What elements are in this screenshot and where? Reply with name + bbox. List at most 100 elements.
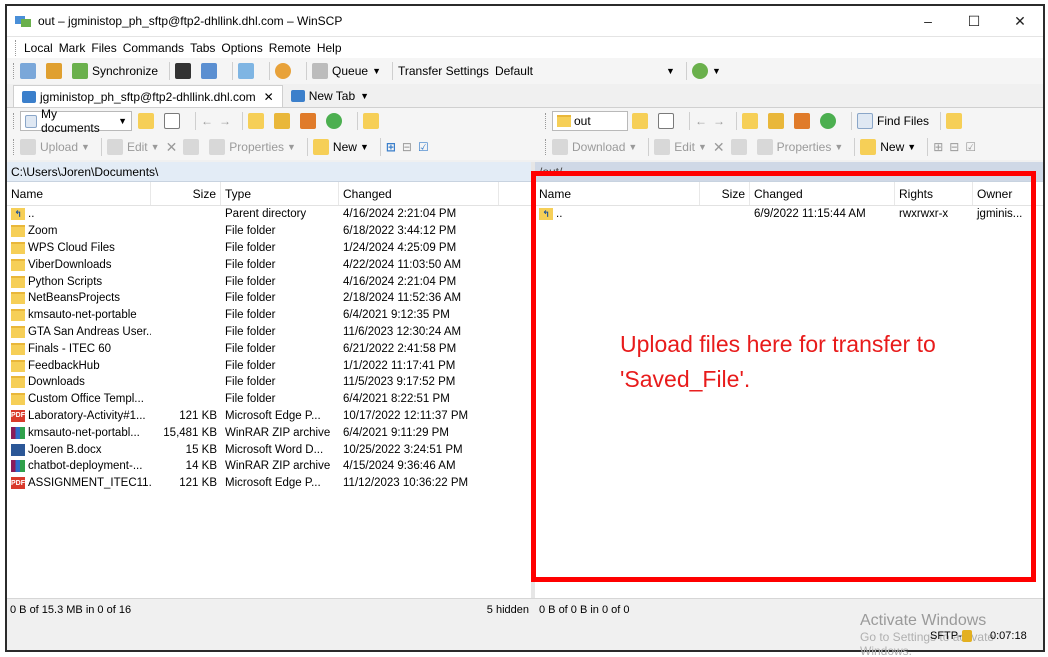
close-button[interactable]: ✕: [997, 6, 1043, 36]
right-location-select[interactable]: out: [552, 111, 628, 131]
menu-tabs[interactable]: Tabs: [190, 41, 215, 55]
menu-help[interactable]: Help: [317, 41, 342, 55]
right-delete-button[interactable]: ✕: [713, 139, 725, 156]
table-row[interactable]: NetBeansProjects File folder 2/18/2024 11:…: [7, 290, 531, 307]
table-row[interactable]: kmsauto-net-portabl... 15,481 KB WinRAR ZI…: [7, 424, 531, 441]
menu-commands[interactable]: Commands: [123, 41, 184, 55]
sync-browse-button[interactable]: [46, 63, 66, 79]
download-button[interactable]: Download ▼: [552, 139, 637, 155]
upload-button[interactable]: Upload ▼: [20, 139, 90, 155]
left-location-value: My documents: [41, 107, 100, 135]
table-row[interactable]: Custom Office Templ... File folder 6/4/202…: [7, 391, 531, 408]
left-select-all-button[interactable]: ⊞: [386, 140, 396, 154]
synchronize-label: Synchronize: [92, 64, 159, 78]
right-home-button[interactable]: [794, 113, 814, 129]
right-refresh-button[interactable]: [820, 113, 840, 129]
transfer-options-button[interactable]: ▼: [691, 63, 721, 79]
right-edit-button[interactable]: Edit ▼: [654, 139, 707, 155]
menu-files[interactable]: Files: [91, 41, 116, 55]
table-row[interactable]: ViberDownloads File folder 4/22/2024 11:03…: [7, 256, 531, 273]
table-row[interactable]: FeedbackHub File folder 1/1/2022 11:17:41 …: [7, 357, 531, 374]
left-location-select[interactable]: My documents ▼: [20, 107, 132, 135]
find-files-button[interactable]: Find Files: [857, 113, 929, 129]
synchronize-button[interactable]: Synchronize: [72, 63, 158, 79]
right-new-button[interactable]: New ▼: [860, 139, 916, 155]
left-back-button[interactable]: ←: [201, 114, 213, 128]
right-tree-button[interactable]: [946, 113, 966, 129]
left-new-button[interactable]: New ▼: [312, 139, 369, 155]
minimize-button[interactable]: –: [905, 6, 951, 36]
right-forward-button[interactable]: →: [713, 114, 725, 128]
left-unselect-button[interactable]: ⊟: [402, 140, 412, 154]
menu-options[interactable]: Options: [221, 41, 262, 55]
right-select-all-button[interactable]: ⊞: [933, 140, 943, 154]
table-row[interactable]: Zoom File folder 6/18/2022 3:44:12 PM: [7, 223, 531, 240]
table-row[interactable]: Finals - ITEC 60 File folder 6/21/2022 2:4…: [7, 340, 531, 357]
right-properties-button[interactable]: Properties ▼: [756, 139, 843, 155]
compare-button[interactable]: [20, 63, 40, 79]
table-row[interactable]: PDF ASSIGNMENT_ITEC11... 121 KB Microsoft E…: [7, 475, 531, 492]
table-row[interactable]: Downloads File folder 11/5/2023 9:17:52 PM: [7, 374, 531, 391]
transfer-settings-select[interactable]: Default ▼: [495, 64, 675, 78]
table-row[interactable]: Python Scripts File folder 4/16/2024 2:21:…: [7, 273, 531, 290]
menu-remote[interactable]: Remote: [269, 41, 311, 55]
toolbar-separator: [242, 112, 243, 130]
menu-local[interactable]: Local: [24, 41, 53, 55]
left-forward-button[interactable]: →: [219, 114, 231, 128]
right-filter-button[interactable]: [658, 113, 678, 129]
tab-close-icon[interactable]: ✕: [264, 90, 274, 104]
folder-icon: [11, 325, 25, 338]
left-edit-button[interactable]: Edit ▼: [106, 139, 160, 155]
chevron-down-icon: ▼: [372, 66, 381, 76]
left-filter-button[interactable]: [164, 113, 184, 129]
menu-mark[interactable]: Mark: [59, 41, 86, 55]
new-folder-icon: [860, 139, 877, 155]
file-changed: 10/25/2022 3:24:51 PM: [343, 443, 463, 456]
table-row[interactable]: chatbot-deployment-... 14 KB WinRAR ZIP ar…: [7, 458, 531, 475]
local-col-size[interactable]: Size: [151, 182, 221, 205]
left-tree-button[interactable]: [363, 113, 383, 129]
tab-new[interactable]: New Tab ▼: [283, 85, 377, 107]
left-delete-button[interactable]: ✕: [166, 139, 178, 156]
right-root-dir-button[interactable]: [768, 113, 788, 129]
right-unselect-button[interactable]: ⊟: [949, 140, 959, 154]
filter-icon: [164, 113, 180, 129]
properties-icon: [756, 139, 773, 155]
right-rename-button[interactable]: [730, 139, 751, 155]
folder-icon: [11, 275, 25, 288]
file-name: PDF Laboratory-Activity#1...: [7, 409, 151, 422]
left-parent-dir-button[interactable]: [248, 113, 268, 129]
console-button[interactable]: [175, 63, 195, 79]
left-rename-button[interactable]: [183, 139, 203, 155]
preferences-button[interactable]: [275, 63, 295, 79]
right-parent-dir-button[interactable]: [742, 113, 762, 129]
local-col-changed[interactable]: Changed: [339, 182, 499, 205]
menu-bar: Local Mark Files Commands Tabs Options R…: [7, 36, 1043, 58]
left-root-dir-button[interactable]: [274, 113, 294, 129]
local-col-type[interactable]: Type: [221, 182, 339, 205]
right-back-button[interactable]: ←: [695, 114, 707, 128]
file-name: Custom Office Templ...: [7, 393, 151, 406]
queue-button[interactable]: Queue ▼: [312, 63, 381, 79]
file-type: Microsoft Word D...: [225, 443, 324, 456]
table-row[interactable]: PDF Laboratory-Activity#1... 121 KB Microso…: [7, 408, 531, 425]
left-home-button[interactable]: [300, 113, 320, 129]
left-properties-button[interactable]: Properties ▼: [209, 139, 296, 155]
right-open-folder-button[interactable]: [632, 113, 652, 129]
maximize-button[interactable]: ☐: [951, 6, 997, 36]
table-row[interactable]: ↰.. Parent directory 4/16/2024 2:21:04 PM: [7, 206, 531, 223]
hidden-count[interactable]: 5 hidden: [487, 604, 529, 616]
left-refresh-button[interactable]: [326, 113, 346, 129]
left-open-folder-button[interactable]: [138, 113, 158, 129]
tab-session[interactable]: jgministop_ph_sftp@ftp2-dhllink.dhl.com …: [13, 85, 283, 107]
right-edit-label: Edit: [674, 140, 695, 154]
right-invert-button[interactable]: ☑: [965, 140, 976, 154]
table-row[interactable]: kmsauto-net-portable File folder 6/4/2021 …: [7, 307, 531, 324]
table-row[interactable]: Joeren B.docx 15 KB Microsoft Word D... 10/…: [7, 441, 531, 458]
putty-button[interactable]: [201, 63, 221, 79]
refresh-queue-button[interactable]: [238, 63, 258, 79]
left-invert-button[interactable]: ☑: [418, 140, 429, 154]
table-row[interactable]: GTA San Andreas User... File folder 11/6/2…: [7, 324, 531, 341]
table-row[interactable]: WPS Cloud Files File folder 1/24/2024 4:25…: [7, 240, 531, 257]
local-col-name[interactable]: Name: [7, 182, 151, 205]
